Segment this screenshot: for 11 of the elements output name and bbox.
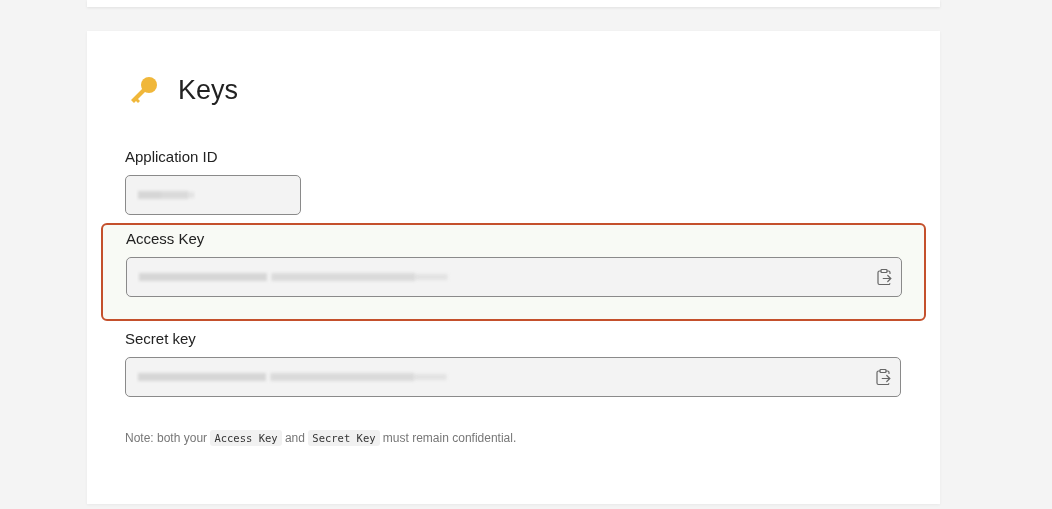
input-field[interactable]: [126, 257, 902, 297]
note-text: Note: both your Access Key and Secret Key must remain confidential.: [125, 431, 517, 445]
input-field[interactable]: [125, 175, 301, 215]
field-label: Access Key: [126, 229, 205, 249]
section-title: Keys: [178, 74, 239, 106]
field-label: Secret key: [125, 329, 196, 349]
clipboard-icon[interactable]: [875, 268, 893, 286]
input-field[interactable]: [125, 357, 901, 397]
redacted-value: [136, 188, 196, 202]
clipboard-icon[interactable]: [874, 368, 892, 386]
field-label: Application ID: [125, 147, 218, 167]
